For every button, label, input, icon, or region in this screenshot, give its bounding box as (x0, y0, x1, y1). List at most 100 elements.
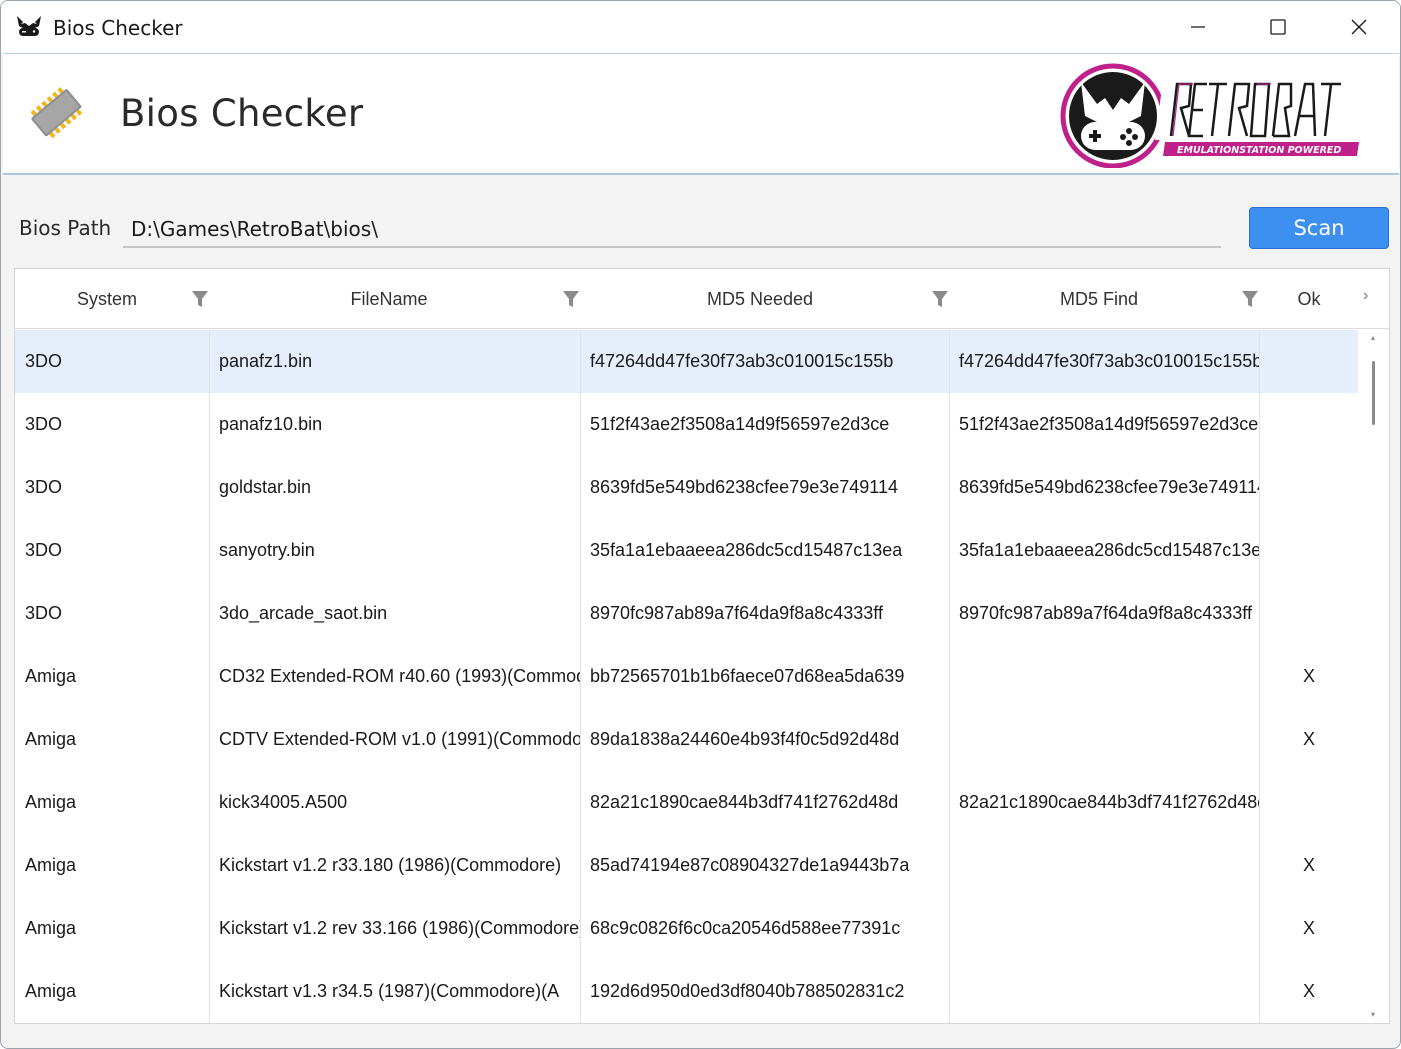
cell-md5-needed[interactable]: 192d6d950d0ed3df8040b788502831c2 (580, 960, 949, 1023)
vertical-scrollbar[interactable]: ▴ ▾ (1367, 331, 1381, 1021)
minimize-icon (1191, 26, 1205, 28)
table-row[interactable]: 3DO panafz10.bin 51f2f43ae2f3508a14d9f5659… (15, 393, 1358, 456)
cell-filename[interactable]: CD32 Extended-ROM r40.60 (1993)(Commodor… (209, 645, 580, 708)
cell-md5-needed[interactable]: 8639fd5e549bd6238cfee79e3e749114 (580, 456, 949, 519)
table-row[interactable]: Amiga Kickstart v1.2 r33.180 (1986)(Commo… (15, 834, 1358, 897)
bios-path-input[interactable] (123, 212, 1221, 248)
cell-md5-needed[interactable]: 82a21c1890cae844b3df741f2762d48d (580, 771, 949, 834)
table-row[interactable]: Amiga Kickstart v1.2 rev 33.166 (1986)(Co… (15, 897, 1358, 960)
chevron-right-icon[interactable]: › (1363, 287, 1377, 307)
cell-ok[interactable] (1259, 519, 1359, 582)
scroll-up-icon[interactable]: ▴ (1371, 333, 1375, 342)
table-row[interactable]: 3DO panafz1.bin f47264dd47fe30f73ab3c01001… (15, 330, 1358, 393)
cell-md5-needed[interactable]: 85ad74194e87c08904327de1a9443b7a (580, 834, 949, 897)
retrobat-logo: EMULATIONSTATION POWERED (1060, 63, 1359, 168)
filter-icon[interactable] (191, 289, 209, 309)
cell-md5-needed[interactable]: bb72565701b1b6faece07d68ea5da639 (580, 645, 949, 708)
minimize-button[interactable] (1158, 1, 1238, 53)
column-header-ok[interactable]: Ok (1259, 269, 1359, 329)
cell-system[interactable]: Amiga (15, 834, 209, 897)
cell-ok[interactable] (1259, 330, 1359, 393)
column-header-md5-find[interactable]: MD5 Find (949, 269, 1249, 329)
cell-md5-find[interactable] (949, 897, 1259, 960)
cell-system[interactable]: 3DO (15, 330, 209, 393)
cell-system[interactable]: 3DO (15, 393, 209, 456)
column-header-md5-needed[interactable]: MD5 Needed (580, 269, 940, 329)
column-divider (949, 330, 950, 1023)
page-title: Bios Checker (120, 92, 364, 135)
cell-filename[interactable]: Kickstart v1.3 r34.5 (1987)(Commodore)(A (209, 960, 580, 1023)
cell-system[interactable]: 3DO (15, 519, 209, 582)
close-button[interactable] (1319, 1, 1399, 53)
table-row[interactable]: Amiga Kickstart v1.3 r34.5 (1987)(Commodo… (15, 960, 1358, 1023)
cell-ok[interactable] (1259, 456, 1359, 519)
maximize-icon (1270, 19, 1286, 35)
cell-md5-needed[interactable]: 51f2f43ae2f3508a14d9f56597e2d3ce (580, 393, 949, 456)
bios-checker-window: Bios Checker Bios Checker EMULATIONSTATI… (0, 0, 1401, 1049)
cell-md5-find[interactable] (949, 960, 1259, 1023)
cell-md5-needed[interactable]: 68c9c0826f6c0ca20546d588ee77391c (580, 897, 949, 960)
cell-md5-find[interactable] (949, 708, 1259, 771)
column-header-filename[interactable]: FileName (209, 269, 569, 329)
cell-md5-find[interactable]: 51f2f43ae2f3508a14d9f56597e2d3ce (949, 393, 1259, 456)
chip-icon (30, 87, 83, 139)
cell-filename[interactable]: Kickstart v1.2 r33.180 (1986)(Commodore) (209, 834, 580, 897)
cell-filename[interactable]: goldstar.bin (209, 456, 580, 519)
app-icon (17, 16, 41, 36)
header-banner: Bios Checker EMULATIONSTATION POWERED (3, 53, 1399, 175)
cell-ok[interactable]: X (1259, 960, 1359, 1023)
cell-system[interactable]: Amiga (15, 645, 209, 708)
cell-md5-find[interactable]: 8639fd5e549bd6238cfee79e3e749114 (949, 456, 1259, 519)
cell-system[interactable]: 3DO (15, 582, 209, 645)
cell-filename[interactable]: kick34005.A500 (209, 771, 580, 834)
cell-ok[interactable] (1259, 771, 1359, 834)
cell-ok[interactable]: X (1259, 897, 1359, 960)
table-row[interactable]: 3DO 3do_arcade_saot.bin 8970fc987ab89a7f64… (15, 582, 1358, 645)
cell-ok[interactable]: X (1259, 645, 1359, 708)
table-row[interactable]: 3DO sanyotry.bin 35fa1a1ebaaeea286dc5cd154… (15, 519, 1358, 582)
filter-icon[interactable] (1241, 289, 1259, 309)
title-bar[interactable]: Bios Checker (1, 1, 1400, 53)
close-icon (1351, 19, 1367, 35)
cell-system[interactable]: Amiga (15, 771, 209, 834)
cell-md5-find[interactable] (949, 645, 1259, 708)
column-divider (580, 330, 581, 1023)
table-row[interactable]: Amiga CD32 Extended-ROM r40.60 (1993)(Com… (15, 645, 1358, 708)
cell-md5-needed[interactable]: f47264dd47fe30f73ab3c010015c155b (580, 330, 949, 393)
cell-system[interactable]: Amiga (15, 897, 209, 960)
scrollbar-thumb[interactable] (1372, 361, 1375, 425)
table-row[interactable]: 3DO goldstar.bin 8639fd5e549bd6238cfee79e3… (15, 456, 1358, 519)
filter-icon[interactable] (562, 289, 580, 309)
cell-system[interactable]: Amiga (15, 960, 209, 1023)
cell-md5-needed[interactable]: 8970fc987ab89a7f64da9f8a8c4333ff (580, 582, 949, 645)
cell-ok[interactable] (1259, 393, 1359, 456)
scroll-down-icon[interactable]: ▾ (1371, 1010, 1375, 1019)
cell-md5-find[interactable]: f47264dd47fe30f73ab3c010015c155b (949, 330, 1259, 393)
column-header-system[interactable]: System (15, 269, 199, 329)
filter-icon[interactable] (931, 289, 949, 309)
bios-grid[interactable]: System FileName MD5 Needed MD5 Find Ok ›… (14, 268, 1390, 1024)
cell-md5-find[interactable]: 82a21c1890cae844b3df741f2762d48d (949, 771, 1259, 834)
cell-filename[interactable]: panafz1.bin (209, 330, 580, 393)
column-divider (1259, 330, 1260, 1023)
cell-ok[interactable] (1259, 582, 1359, 645)
cell-md5-find[interactable] (949, 834, 1259, 897)
cell-system[interactable]: 3DO (15, 456, 209, 519)
maximize-button[interactable] (1238, 1, 1318, 53)
cell-ok[interactable]: X (1259, 708, 1359, 771)
cell-filename[interactable]: Kickstart v1.2 rev 33.166 (1986)(Commodo… (209, 897, 580, 960)
cell-system[interactable]: Amiga (15, 708, 209, 771)
svg-text:EMULATIONSTATION POWERED: EMULATIONSTATION POWERED (1177, 145, 1341, 156)
cell-md5-find[interactable]: 8970fc987ab89a7f64da9f8a8c4333ff (949, 582, 1259, 645)
cell-md5-find[interactable]: 35fa1a1ebaaeea286dc5cd15487c13ea (949, 519, 1259, 582)
cell-filename[interactable]: CDTV Extended-ROM v1.0 (1991)(Commodore) (209, 708, 580, 771)
cell-filename[interactable]: panafz10.bin (209, 393, 580, 456)
table-row[interactable]: Amiga CDTV Extended-ROM v1.0 (1991)(Commo… (15, 708, 1358, 771)
cell-md5-needed[interactable]: 89da1838a24460e4b93f4f0c5d92d48d (580, 708, 949, 771)
cell-ok[interactable]: X (1259, 834, 1359, 897)
table-row[interactable]: Amiga kick34005.A500 82a21c1890cae844b3df7… (15, 771, 1358, 834)
cell-md5-needed[interactable]: 35fa1a1ebaaeea286dc5cd15487c13ea (580, 519, 949, 582)
cell-filename[interactable]: 3do_arcade_saot.bin (209, 582, 580, 645)
cell-filename[interactable]: sanyotry.bin (209, 519, 580, 582)
scan-button[interactable]: Scan (1249, 207, 1389, 249)
